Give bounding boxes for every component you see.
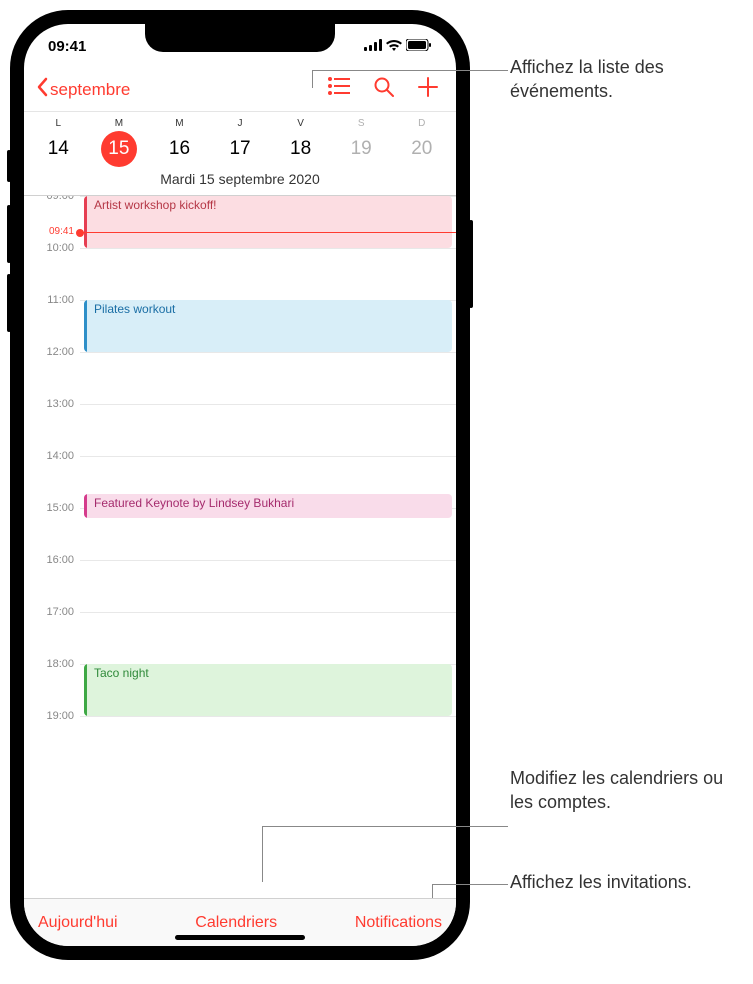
add-icon[interactable] (418, 77, 438, 103)
signal-icon (364, 38, 382, 55)
event-color-bar (84, 494, 87, 518)
day-letter: S (331, 112, 392, 131)
calendars-button[interactable]: Calendriers (195, 914, 277, 932)
today-button[interactable]: Aujourd'hui (38, 914, 118, 932)
hour-label: 10:00 (24, 242, 80, 254)
hour-label: 14:00 (24, 450, 80, 462)
hour-label: 18:00 (24, 658, 80, 670)
inbox-button[interactable]: Notifications (355, 914, 442, 932)
hour-label: 09:00 (24, 196, 80, 202)
hour-label: 13:00 (24, 398, 80, 410)
callout-line (312, 70, 313, 88)
day-letter: L (28, 112, 89, 131)
day-letter: J (210, 112, 271, 131)
day-number[interactable]: 17 (214, 131, 267, 167)
back-label: septembre (50, 80, 130, 100)
day-column[interactable]: S19 (331, 112, 392, 167)
hour-label: 19:00 (24, 710, 80, 722)
callout-inbox: Affichez les invitations. (510, 870, 740, 894)
event-color-bar (84, 300, 87, 352)
calendar-event[interactable]: Artist workshop kickoff! (84, 196, 452, 248)
week-header: L14M15M16J17V18S19D20 Mardi 15 septembre… (24, 112, 456, 196)
day-letter: D (391, 112, 452, 131)
day-column[interactable]: V18 (270, 112, 331, 167)
callout-list: Affichez la liste des événements. (510, 55, 740, 104)
callout-line (312, 70, 508, 71)
hour-label: 16:00 (24, 554, 80, 566)
battery-icon (406, 38, 432, 55)
chevron-left-icon (36, 77, 48, 103)
event-title: Featured Keynote by Lindsey Bukhari (94, 496, 294, 510)
now-indicator (80, 232, 456, 233)
day-letter: V (270, 112, 331, 131)
calendar-event[interactable]: Pilates workout (84, 300, 452, 352)
search-icon[interactable] (374, 77, 394, 103)
day-column[interactable]: M16 (149, 112, 210, 167)
hour-label: 12:00 (24, 346, 80, 358)
day-number[interactable]: 19 (335, 131, 388, 167)
notch (145, 24, 335, 52)
hour-label: 15:00 (24, 502, 80, 514)
day-number[interactable]: 15 (101, 131, 137, 167)
callout-line (432, 884, 433, 898)
date-line: Mardi 15 septembre 2020 (24, 167, 456, 195)
event-title: Taco night (94, 666, 149, 680)
day-column[interactable]: D20 (391, 112, 452, 167)
day-letter: M (149, 112, 210, 131)
callout-line (432, 884, 508, 885)
callout-line (262, 826, 508, 827)
list-view-icon[interactable] (328, 77, 350, 103)
day-number[interactable]: 18 (274, 131, 327, 167)
calendar-event[interactable]: Featured Keynote by Lindsey Bukhari (84, 494, 452, 518)
nav-bar: septembre (24, 68, 456, 112)
day-column[interactable]: M15 (89, 112, 150, 167)
event-color-bar (84, 664, 87, 716)
now-label: 09:41 (24, 226, 80, 237)
event-color-bar (84, 196, 87, 248)
calendar-event[interactable]: Taco night (84, 664, 452, 716)
callout-calendars: Modifiez les calendriers ou les comptes. (510, 766, 740, 815)
back-button[interactable]: septembre (36, 77, 130, 103)
day-number[interactable]: 20 (395, 131, 448, 167)
hour-label: 17:00 (24, 606, 80, 618)
callout-line (262, 826, 263, 882)
home-indicator[interactable] (175, 935, 305, 940)
day-column[interactable]: L14 (28, 112, 89, 167)
day-number[interactable]: 16 (153, 131, 206, 167)
wifi-icon (386, 38, 402, 55)
event-title: Artist workshop kickoff! (94, 198, 216, 212)
hour-label: 11:00 (24, 294, 80, 306)
status-time: 09:41 (48, 38, 86, 55)
day-number[interactable]: 14 (32, 131, 85, 167)
now-dot (76, 229, 84, 237)
day-view[interactable]: 09:00 10:00 11:00 12:00 13:00 14:00 15:00 16:00… (24, 196, 456, 898)
day-letter: M (89, 112, 150, 131)
event-title: Pilates workout (94, 302, 175, 316)
day-column[interactable]: J17 (210, 112, 271, 167)
